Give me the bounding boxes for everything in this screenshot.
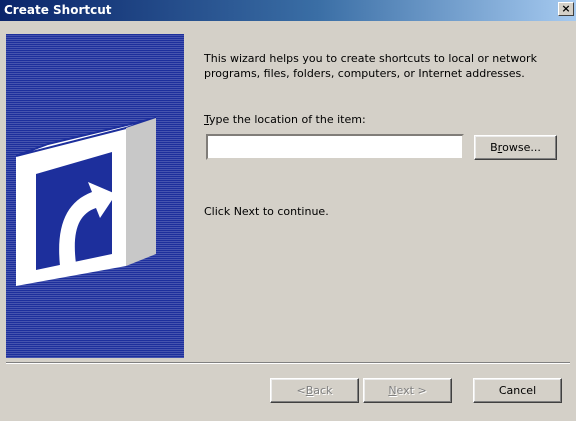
location-label-text: ype the location of the item: (209, 113, 366, 126)
browse-label-rest: owse... (502, 141, 541, 154)
back-label-accel: B (305, 384, 314, 397)
location-input[interactable] (206, 134, 464, 160)
next-button[interactable]: Next > (363, 378, 452, 403)
continue-hint: Click Next to continue. (204, 205, 329, 218)
wizard-banner (6, 34, 184, 358)
back-label-rest: ack (313, 384, 333, 397)
footer-divider-highlight (6, 363, 570, 364)
cancel-button[interactable]: Cancel (473, 378, 562, 403)
window-title: Create Shortcut (4, 3, 112, 17)
wizard-intro-text: This wizard helps you to create shortcut… (204, 52, 537, 80)
close-button[interactable]: × (558, 2, 574, 16)
shortcut-arrow-icon (16, 117, 157, 286)
back-button[interactable]: < Back (270, 378, 359, 403)
close-icon: × (561, 2, 571, 15)
back-label-pre: < (296, 384, 306, 397)
cancel-label: Cancel (498, 384, 537, 397)
next-label-accel: N (388, 384, 397, 397)
create-shortcut-dialog: Create Shortcut × This wizard helps you … (0, 0, 576, 421)
next-label-rest: ext > (396, 384, 427, 397)
title-bar[interactable]: Create Shortcut × (0, 0, 576, 21)
browse-label-pre: B (490, 141, 498, 154)
location-label: Type the location of the item: (204, 113, 366, 126)
browse-button[interactable]: Br owse... (474, 135, 557, 160)
